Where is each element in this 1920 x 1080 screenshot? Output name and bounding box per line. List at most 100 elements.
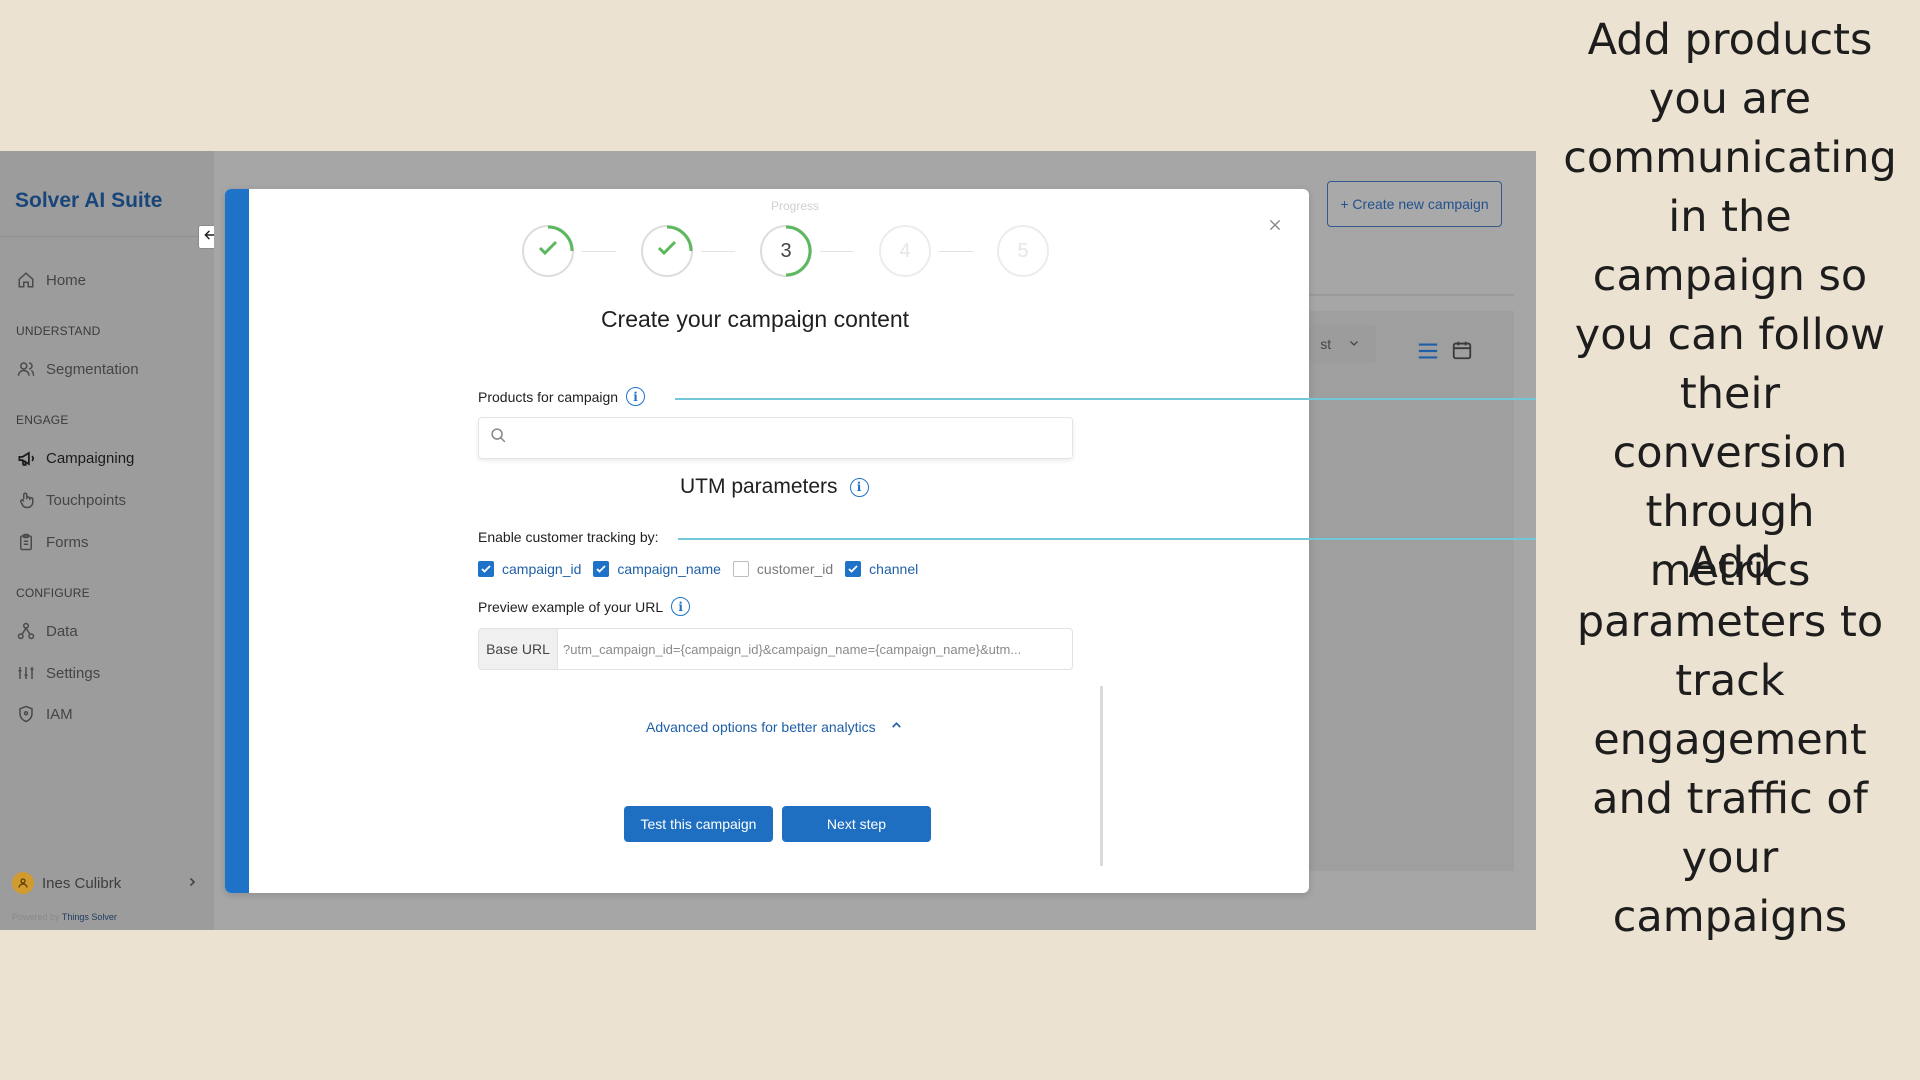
sidebar-item-label: Forms bbox=[46, 533, 89, 551]
sort-select-value: st bbox=[1320, 336, 1332, 352]
progress-step-4: 4 bbox=[879, 225, 931, 277]
sidebar-item-label: Home bbox=[46, 271, 87, 289]
progress-step-2 bbox=[641, 225, 693, 277]
checkbox-checked-icon bbox=[845, 561, 862, 577]
products-search-box[interactable] bbox=[478, 417, 1073, 459]
checkbox-label: customer_id bbox=[756, 561, 834, 577]
checkbox-label: campaign_id bbox=[502, 561, 582, 577]
info-icon[interactable]: i bbox=[671, 597, 691, 616]
home-icon bbox=[16, 270, 36, 290]
url-prefix: Base URL bbox=[479, 629, 558, 669]
tracking-options: campaign_id campaign_name customer_id ch… bbox=[478, 561, 930, 577]
sidebar-item-label: Touchpoints bbox=[46, 491, 127, 509]
chevron-right-icon bbox=[186, 875, 198, 892]
data-icon bbox=[16, 621, 36, 641]
products-search-input[interactable] bbox=[515, 419, 1072, 457]
sidebar-item-label: Segmentation bbox=[46, 360, 139, 378]
users-icon bbox=[16, 359, 36, 379]
tracking-label: Enable customer tracking by: bbox=[478, 529, 659, 545]
campaign-list-panel bbox=[1304, 311, 1514, 871]
progress-connector bbox=[939, 251, 973, 252]
info-icon[interactable]: i bbox=[626, 387, 646, 406]
sliders-icon bbox=[16, 663, 36, 683]
sidebar-item-label: Campaigning bbox=[46, 449, 135, 467]
close-icon[interactable] bbox=[1267, 217, 1283, 233]
touch-icon bbox=[16, 490, 36, 510]
modal-scrollbar[interactable] bbox=[1100, 686, 1103, 866]
sidebar-item-segmentation[interactable]: Segmentation bbox=[16, 359, 139, 379]
sidebar-item-campaigning[interactable]: Campaigning bbox=[16, 448, 134, 468]
checkbox-channel[interactable]: channel bbox=[845, 561, 918, 577]
progress-connector bbox=[820, 251, 854, 252]
chevron-up-icon bbox=[890, 719, 903, 735]
products-label-row: Products for campaign i bbox=[478, 387, 646, 406]
progress-step-3: 3 bbox=[760, 225, 812, 277]
progress-connector bbox=[701, 251, 735, 252]
megaphone-icon bbox=[16, 448, 36, 468]
section-label-engage: ENGAGE bbox=[16, 413, 69, 427]
sidebar-item-forms[interactable]: Forms bbox=[16, 532, 89, 552]
info-icon[interactable]: i bbox=[849, 477, 869, 497]
products-connector-line bbox=[675, 398, 1536, 400]
checkbox-customer-id[interactable]: customer_id bbox=[732, 561, 834, 577]
shield-icon bbox=[16, 704, 36, 724]
utm-title-row: UTM parameters i bbox=[680, 475, 869, 499]
create-campaign-modal: Progress 3 4 5 Create your campaign cont… bbox=[225, 189, 1309, 893]
sidebar: Solver AI Suite Home UNDERSTAND Segmenta… bbox=[0, 151, 214, 930]
section-label-understand: UNDERSTAND bbox=[16, 324, 101, 338]
modal-title: Create your campaign content bbox=[600, 306, 910, 332]
preview-label-row: Preview example of your URL i bbox=[478, 597, 691, 616]
checkbox-label: campaign_name bbox=[617, 561, 721, 577]
powered-by-text: Powered by bbox=[12, 912, 60, 922]
sidebar-divider bbox=[0, 236, 214, 237]
step-number: 4 bbox=[899, 239, 911, 262]
powered-by: Powered by Things Solver bbox=[12, 912, 117, 922]
progress-connector bbox=[582, 251, 616, 252]
sidebar-item-data[interactable]: Data bbox=[16, 621, 78, 641]
products-label: Products for campaign bbox=[478, 388, 619, 405]
user-name: Ines Culibrk bbox=[42, 874, 122, 892]
preview-label: Preview example of your URL bbox=[478, 598, 664, 615]
next-step-button[interactable]: Next step bbox=[782, 806, 931, 842]
test-campaign-button[interactable]: Test this campaign bbox=[624, 806, 773, 842]
create-campaign-button[interactable]: + Create new campaign bbox=[1327, 181, 1502, 227]
checkbox-checked-icon bbox=[593, 561, 610, 577]
brand-logo: Solver AI Suite bbox=[15, 189, 163, 212]
sort-select[interactable]: st bbox=[1304, 325, 1376, 363]
modal-accent-stripe bbox=[225, 189, 249, 893]
search-icon bbox=[490, 427, 507, 449]
utm-connector-line bbox=[678, 538, 1536, 540]
sidebar-item-settings[interactable]: Settings bbox=[16, 663, 100, 683]
utm-title: UTM parameters bbox=[680, 475, 838, 498]
checkbox-unchecked-icon bbox=[732, 561, 749, 577]
progress-step-5: 5 bbox=[997, 225, 1049, 277]
progress-step-1 bbox=[522, 225, 574, 277]
user-menu[interactable]: Ines Culibrk bbox=[12, 872, 198, 894]
checkbox-campaign-name[interactable]: campaign_name bbox=[593, 561, 721, 577]
calendar-view-icon[interactable] bbox=[1451, 339, 1473, 366]
url-preview-field[interactable]: Base URL ?utm_campaign_id={campaign_id}&… bbox=[478, 628, 1073, 670]
checkbox-label: channel bbox=[869, 561, 919, 577]
checkbox-campaign-id[interactable]: campaign_id bbox=[478, 561, 581, 577]
clipboard-icon bbox=[16, 532, 36, 552]
checkbox-checked-icon bbox=[478, 561, 494, 577]
progress-label: Progress bbox=[770, 199, 820, 213]
sidebar-item-home[interactable]: Home bbox=[16, 270, 86, 290]
sidebar-item-label: IAM bbox=[46, 705, 73, 723]
advanced-options-label: Advanced options for better analytics bbox=[646, 719, 876, 735]
section-label-configure: CONFIGURE bbox=[16, 586, 90, 600]
utm-annotation: Add parameters to track engagement and t… bbox=[1576, 538, 1884, 942]
sidebar-item-touchpoints[interactable]: Touchpoints bbox=[16, 490, 126, 510]
avatar bbox=[12, 872, 34, 894]
chevron-down-icon bbox=[1348, 336, 1360, 352]
sidebar-item-iam[interactable]: IAM bbox=[16, 704, 73, 724]
products-annotation: Add products you are communicating in th… bbox=[1563, 15, 1897, 596]
sidebar-item-label: Settings bbox=[46, 664, 101, 682]
sidebar-item-label: Data bbox=[46, 622, 78, 640]
url-preview-value: ?utm_campaign_id={campaign_id}&campaign_… bbox=[563, 641, 1022, 657]
advanced-options-toggle[interactable]: Advanced options for better analytics bbox=[646, 719, 903, 735]
step-number: 5 bbox=[1017, 239, 1029, 262]
list-view-icon[interactable] bbox=[1417, 341, 1439, 366]
powered-by-company: Things Solver bbox=[61, 912, 117, 922]
main-divider bbox=[1304, 294, 1514, 296]
